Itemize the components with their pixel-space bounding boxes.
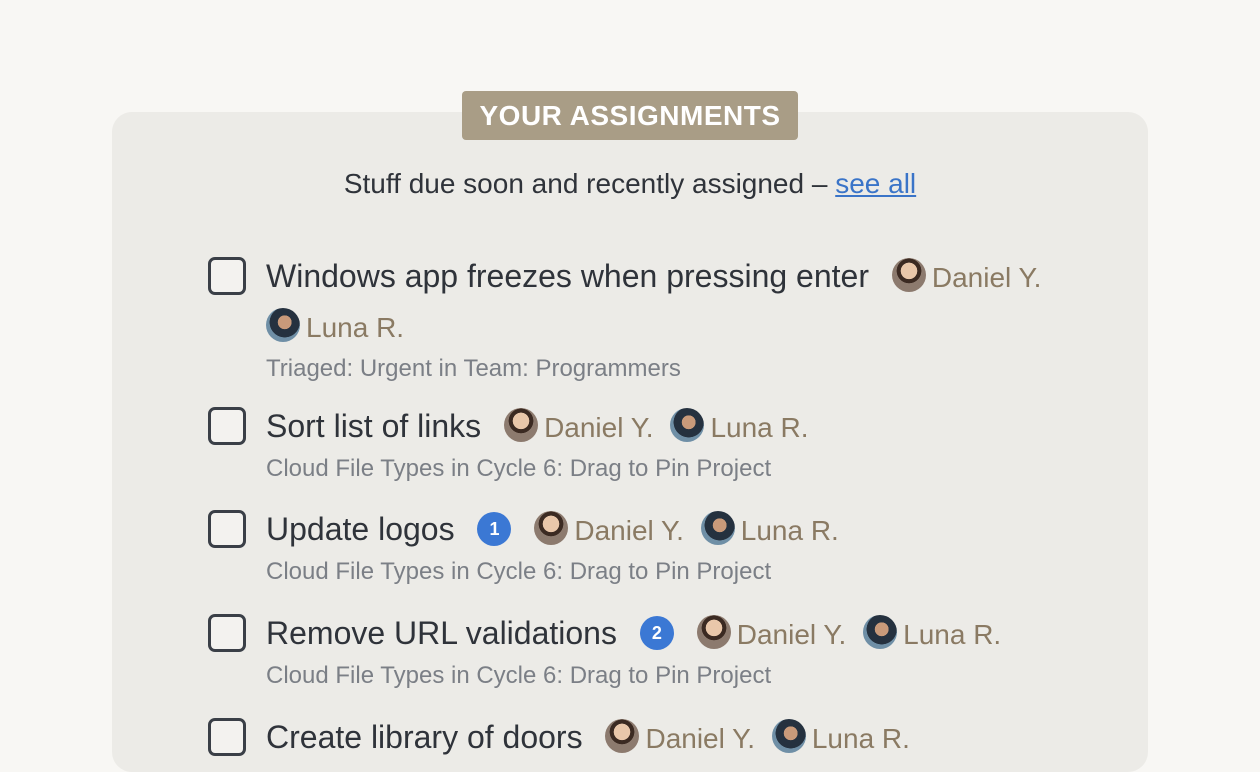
assignee-daniel[interactable]: Daniel Y. <box>534 510 692 547</box>
assignment-title-line: Sort list of links Daniel Y. Luna R. <box>266 402 1108 452</box>
assignment-meta: Cloud File Types in Cycle 6: Drag to Pin… <box>266 558 772 585</box>
assignee-luna[interactable]: Luna R. <box>771 718 910 755</box>
assignment-title-line: Create library of doors Daniel Y. Luna R… <box>266 713 1108 763</box>
avatar <box>605 718 640 753</box>
assignment-meta: Cloud File Types in Cycle 6: Drag to Pin… <box>266 455 772 482</box>
assignment-title-line: Remove URL validations 2 Daniel Y. Luna … <box>266 609 1108 659</box>
avatar <box>534 510 569 545</box>
avatar <box>891 257 926 292</box>
assignee-name: Luna R. <box>306 312 405 343</box>
complete-checkbox[interactable] <box>208 407 246 445</box>
assignee-daniel[interactable]: Daniel Y. <box>696 614 855 651</box>
assignment-title[interactable]: Create library of doors <box>266 719 583 755</box>
assignee-name: Daniel Y. <box>645 723 755 754</box>
avatar <box>863 614 898 649</box>
assignee-daniel[interactable]: Daniel Y. <box>504 407 662 444</box>
avatar <box>670 407 705 442</box>
assignment-item: Remove URL validations 2 Daniel Y. Luna … <box>208 609 1108 713</box>
assignment-meta: Cloud File Types in Cycle 6: Drag to Pin… <box>266 662 772 689</box>
assignee-name: Daniel Y. <box>736 619 847 650</box>
assignment-title-line: Windows app freezes when pressing enter … <box>266 252 1108 352</box>
assignment-title[interactable]: Sort list of links <box>266 408 481 444</box>
section-tag: YOUR ASSIGNMENTS <box>462 91 798 140</box>
comment-count-badge[interactable]: 2 <box>639 615 674 650</box>
assignee-name: Luna R. <box>710 412 809 443</box>
assignee-name: Daniel Y. <box>931 262 1042 293</box>
comment-count-badge[interactable]: 1 <box>477 511 512 546</box>
assignment-list: Windows app freezes when pressing enter … <box>208 252 1108 763</box>
assignee-name: Luna R. <box>903 619 1002 650</box>
avatar <box>266 307 300 342</box>
assignment-meta: Triaged: Urgent in Team: Programmers <box>266 355 681 382</box>
assignment-title[interactable]: Remove URL validations <box>266 615 617 651</box>
complete-checkbox[interactable] <box>208 718 246 756</box>
assignee-luna[interactable]: Luna R. <box>670 407 809 444</box>
assignee-daniel[interactable]: Daniel Y. <box>605 718 763 755</box>
subtitle-text: Stuff due soon and recently assigned – <box>343 168 828 199</box>
assignee-name: Daniel Y. <box>574 515 684 546</box>
assignment-title[interactable]: Update logos <box>266 511 455 547</box>
assignee-luna[interactable]: Luna R. <box>863 614 1002 651</box>
assignment-title-line: Update logos 1 Daniel Y. Luna R. <box>266 505 1108 555</box>
assignee-daniel[interactable]: Daniel Y. <box>891 257 1042 294</box>
avatar <box>771 718 806 753</box>
assignee-luna[interactable]: Luna R. <box>266 307 405 344</box>
assignment-item: Sort list of links Daniel Y. Luna R. Clo… <box>208 402 1108 505</box>
assignment-item: Windows app freezes when pressing enter … <box>208 252 1108 402</box>
assignee-luna[interactable]: Luna R. <box>700 510 839 547</box>
complete-checkbox[interactable] <box>208 614 246 652</box>
avatar <box>504 407 539 442</box>
assignee-name: Daniel Y. <box>544 412 654 443</box>
assignment-item: Update logos 1 Daniel Y. Luna R. Cloud F… <box>208 505 1108 609</box>
avatar <box>696 614 731 649</box>
assignee-name: Luna R. <box>740 515 839 546</box>
complete-checkbox[interactable] <box>208 510 246 548</box>
section-subtitle: Stuff due soon and recently assigned – s… <box>0 168 1260 200</box>
assignment-title[interactable]: Windows app freezes when pressing enter <box>266 258 869 294</box>
assignment-item: Create library of doors Daniel Y. Luna R… <box>208 713 1108 763</box>
complete-checkbox[interactable] <box>208 257 246 295</box>
avatar <box>700 510 735 545</box>
see-all-link[interactable]: see all <box>835 168 916 199</box>
assignee-name: Luna R. <box>811 723 910 754</box>
